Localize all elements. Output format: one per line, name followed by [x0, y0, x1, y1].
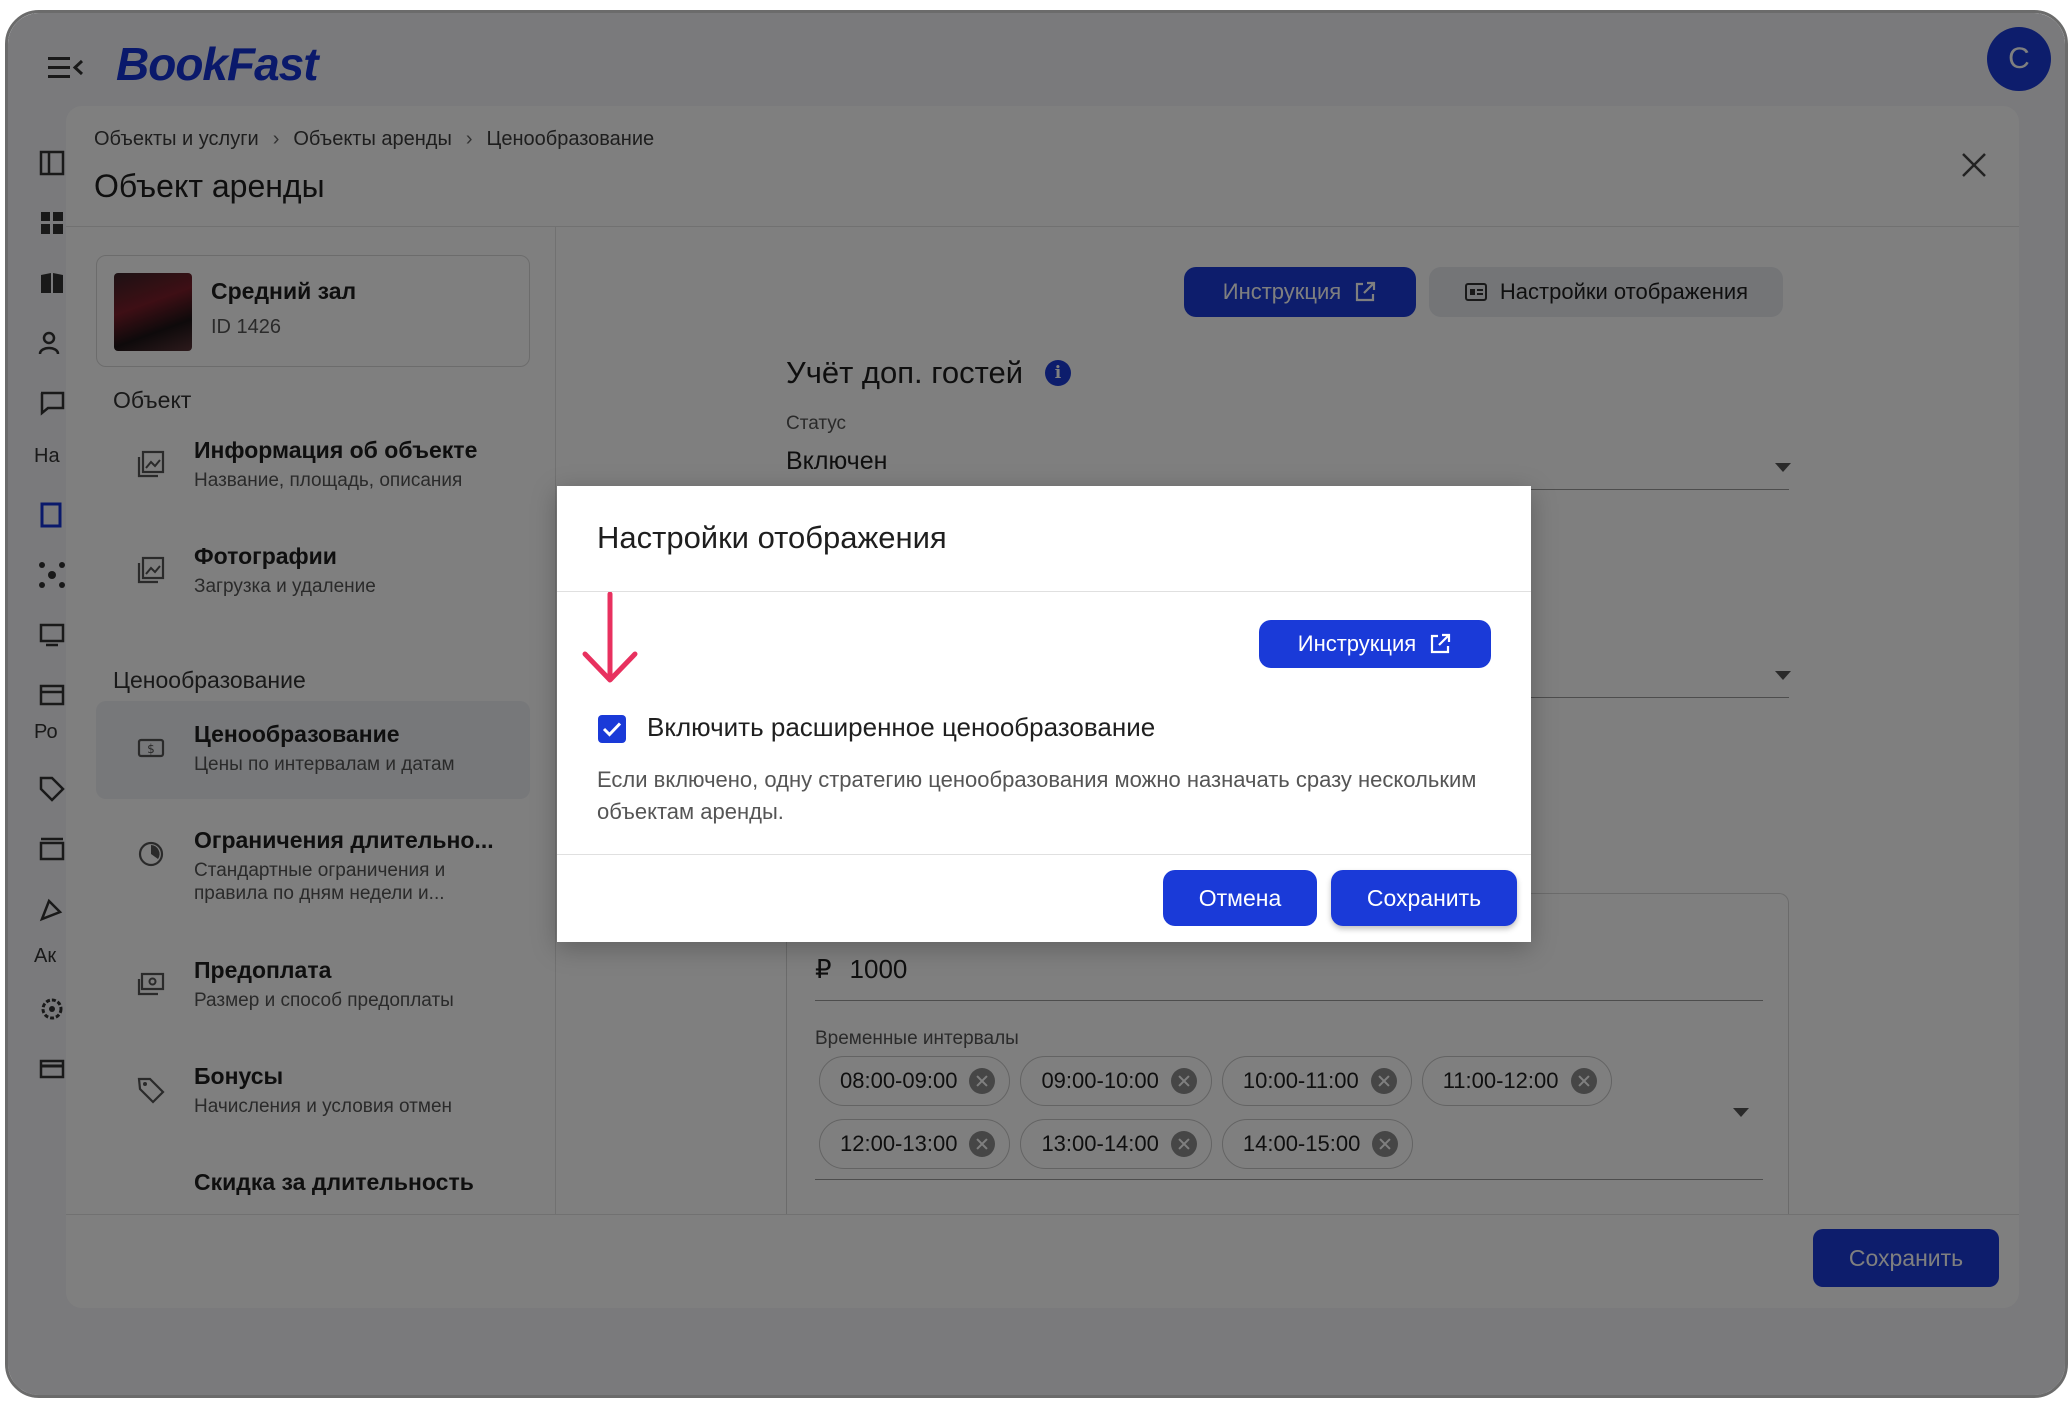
- dialog-save-button[interactable]: Сохранить: [1331, 870, 1517, 926]
- app-window: BookFast C На Ро Ак Объекты и услуги › О…: [5, 10, 2068, 1398]
- dialog-instruction-button[interactable]: Инструкция: [1259, 620, 1491, 668]
- advanced-pricing-label[interactable]: Включить расширенное ценообразование: [647, 712, 1155, 743]
- dialog-instruction-label: Инструкция: [1297, 631, 1417, 656]
- arrow-down-annotation-icon: [582, 592, 638, 683]
- external-link-icon: [1431, 633, 1451, 654]
- dialog-divider: [557, 854, 1531, 855]
- cancel-button[interactable]: Отмена: [1163, 870, 1317, 926]
- dialog-divider: [557, 591, 1531, 592]
- display-settings-dialog: Настройки отображения Инструкция Включит…: [557, 486, 1531, 942]
- dialog-title: Настройки отображения: [597, 520, 947, 555]
- advanced-pricing-description: Если включено, одну стратегию ценообразо…: [597, 767, 1477, 824]
- checkmark-icon: [602, 722, 622, 737]
- advanced-pricing-checkbox[interactable]: [598, 715, 626, 743]
